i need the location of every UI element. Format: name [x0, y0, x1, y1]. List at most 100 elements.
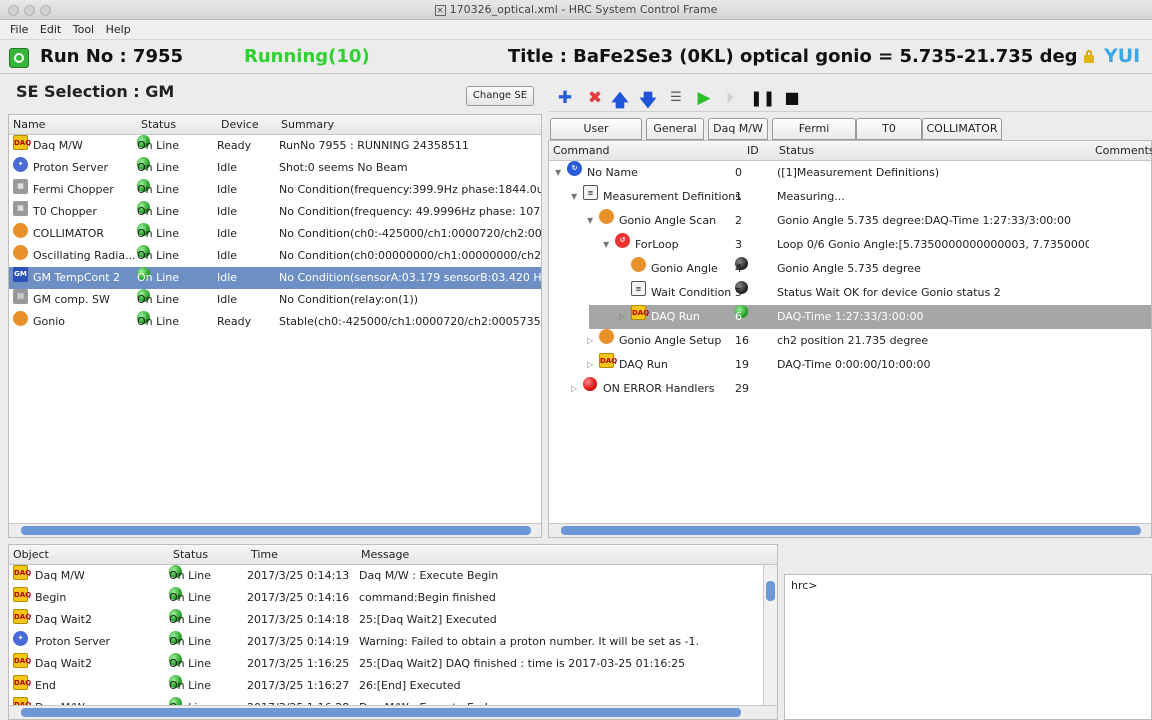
se-row-summary: No Condition(relay:on(1)) — [279, 293, 419, 306]
se-row-status: On Line — [137, 315, 180, 328]
col-comments[interactable]: Comments — [1091, 141, 1152, 161]
tab-general[interactable]: General — [646, 118, 704, 140]
menubar: File Edit Tool Help — [0, 20, 1152, 40]
log-hscroll-thumb[interactable] — [21, 708, 741, 717]
col-command[interactable]: Command — [549, 141, 610, 161]
command-row[interactable]: ▼ ≡ Measurement Definitions 1 Measuring... — [549, 185, 1151, 209]
command-hscroll-thumb[interactable] — [561, 526, 1141, 535]
pause-icon[interactable]: ❚❚ — [750, 89, 775, 107]
command-row[interactable]: ▼ Gonio Angle Scan 2 Gonio Angle 5.735 degr… — [549, 209, 1151, 233]
stop-icon[interactable]: ■ — [782, 88, 802, 107]
tree-toggle-icon[interactable]: ▷ — [587, 329, 593, 353]
command-row[interactable]: ▷ ON ERROR Handlers 29 — [549, 377, 1151, 401]
tree-toggle-icon[interactable]: ▷ — [619, 305, 625, 329]
log-vscroll-thumb[interactable] — [766, 581, 775, 601]
se-row[interactable]: ✦ Proton Server On Line Idle Shot:0 seems No… — [9, 157, 541, 179]
se-row[interactable]: Oscillating Radia... On Line Idle No Condit… — [9, 245, 541, 267]
log-vscroll[interactable] — [763, 565, 777, 705]
menu-edit[interactable]: Edit — [40, 20, 61, 40]
command-id: 4 — [735, 262, 742, 275]
log-row[interactable]: DAQ Begin On Line 2017/3/25 0:14:16 command:… — [9, 587, 761, 609]
properties-icon[interactable]: ☰ — [666, 90, 686, 105]
move-down-icon[interactable]: 🡇 — [638, 88, 658, 117]
menu-tool[interactable]: Tool — [73, 20, 94, 40]
run-icon[interactable]: ▶ — [694, 88, 714, 108]
log-row[interactable]: ✦ Proton Server On Line 2017/3/25 0:14:19 Wa… — [9, 631, 761, 653]
log-message: 25:[Daq Wait2] Executed — [359, 613, 497, 626]
col-status[interactable]: Status — [137, 115, 176, 135]
se-row-status: On Line — [137, 139, 180, 152]
se-hscroll[interactable] — [9, 523, 541, 537]
zoom-window-icon[interactable] — [40, 5, 51, 16]
delete-command-icon[interactable]: ✖ — [585, 88, 605, 108]
se-row[interactable]: Gonio On Line Ready Stable(ch0:-425000/ch1:… — [9, 311, 541, 333]
add-command-icon[interactable]: ✚ — [555, 88, 575, 108]
log-row[interactable]: DAQ Daq M/W On Line 2017/3/25 0:14:13 Daq M/… — [9, 565, 761, 587]
step-icon[interactable]: ⏵ — [720, 90, 740, 106]
command-id: 3 — [735, 238, 742, 251]
console-area[interactable]: hrc> — [784, 574, 1152, 720]
tree-toggle-icon[interactable]: ▼ — [555, 161, 561, 185]
command-name: DAQ Run — [619, 358, 668, 371]
command-status: Loop 0/6 Gonio Angle:[5.7350000000000003… — [777, 238, 1089, 251]
se-row[interactable]: DAQ Daq M/W On Line Ready RunNo 7955 : RUNNI… — [9, 135, 541, 157]
col-object[interactable]: Object — [9, 545, 49, 565]
menu-help[interactable]: Help — [106, 20, 131, 40]
tab-collimator[interactable]: COLLIMATOR — [922, 118, 1002, 140]
command-row[interactable]: Gonio Angle 4 Gonio Angle 5.735 degree — [549, 257, 1151, 281]
command-id: 0 — [735, 166, 742, 179]
se-row-status: On Line — [137, 293, 180, 306]
col-time[interactable]: Time — [247, 545, 278, 565]
tree-toggle-icon[interactable]: ▷ — [571, 377, 577, 401]
log-row[interactable]: DAQ Daq Wait2 On Line 2017/3/25 1:16:25 25:[… — [9, 653, 761, 675]
command-row[interactable]: ▷ DAQ DAQ Run 6 DAQ-Time 1:27:33/3:00:00 — [589, 305, 1151, 329]
log-hscroll[interactable] — [9, 705, 777, 719]
close-window-icon[interactable] — [8, 5, 19, 16]
orange-icon — [631, 257, 646, 272]
command-row[interactable]: ▷ DAQ DAQ Run 19 DAQ-Time 0:00:00/10:00:00 — [549, 353, 1151, 377]
move-up-icon[interactable]: 🡅 — [610, 88, 630, 117]
se-row[interactable]: ▦ T0 Chopper On Line Idle No Condition(frequ… — [9, 201, 541, 223]
command-row[interactable]: ▼ ↺ ForLoop 3 Loop 0/6 Gonio Angle:[5.735000… — [549, 233, 1151, 257]
se-row[interactable]: GM GM TempCont 2 On Line Idle No Condition(s… — [9, 267, 541, 289]
se-row-name: COLLIMATOR — [33, 227, 105, 240]
change-se-button[interactable]: Change SE — [466, 86, 534, 106]
se-hscroll-thumb[interactable] — [21, 526, 531, 535]
log-row[interactable]: DAQ Daq Wait2 On Line 2017/3/25 0:14:18 25:[… — [9, 609, 761, 631]
command-hscroll[interactable] — [549, 523, 1151, 537]
tab-daq-mw[interactable]: Daq M/W — [708, 118, 768, 140]
window-title: 170326_optical.xml - HRC System Control … — [449, 3, 718, 16]
tree-toggle-icon[interactable]: ▼ — [587, 209, 593, 233]
se-row-summary: No Condition(ch0:-425000/ch1:0000720/ch2… — [279, 227, 541, 240]
tree-toggle-icon[interactable]: ▷ — [587, 353, 593, 377]
minimize-window-icon[interactable] — [24, 5, 35, 16]
log-time: 2017/3/25 0:14:18 — [247, 613, 350, 626]
se-row[interactable]: COLLIMATOR On Line Idle No Condition(ch0:-4… — [9, 223, 541, 245]
tab-user-commands[interactable]: User Commands — [550, 118, 642, 155]
se-row-device: Ready — [217, 315, 252, 328]
tree-toggle-icon[interactable]: ▼ — [571, 185, 577, 209]
proton-icon: ✦ — [13, 631, 28, 646]
command-row[interactable]: ▷ Gonio Angle Setup 16 ch2 position 21.735 … — [549, 329, 1151, 353]
log-row[interactable]: DAQ End On Line 2017/3/25 1:16:27 26:[End] E… — [9, 675, 761, 697]
command-row[interactable]: ▼ ↻ No Name 0 ([1]Measurement Definitions) — [549, 161, 1151, 185]
col-message[interactable]: Message — [357, 545, 409, 565]
se-row[interactable]: ▤ GM comp. SW On Line Idle No Condition(rela… — [9, 289, 541, 311]
list-icon: ≡ — [631, 281, 646, 296]
col-name[interactable]: Name — [9, 115, 45, 135]
command-row[interactable]: ≡ Wait Condition 5 Status Wait OK for devic… — [549, 281, 1151, 305]
se-row[interactable]: ▦ Fermi Chopper On Line Idle No Condition(fr… — [9, 179, 541, 201]
menu-file[interactable]: File — [10, 20, 28, 40]
col-summary[interactable]: Summary — [277, 115, 334, 135]
tab-t0-chopper[interactable]: T0 Chopper — [856, 118, 922, 155]
command-status: ([1]Measurement Definitions) — [777, 166, 940, 179]
col-log-status[interactable]: Status — [169, 545, 208, 565]
col-id[interactable]: ID — [743, 141, 759, 161]
daq-icon: DAQ — [13, 653, 31, 668]
tab-fermi-chopper[interactable]: Fermi Chopper — [772, 118, 856, 155]
col-cmd-status[interactable]: Status — [775, 141, 814, 161]
se-row-device: Idle — [217, 271, 238, 284]
tree-toggle-icon[interactable]: ▼ — [603, 233, 609, 257]
lock-icon[interactable] — [1084, 50, 1094, 63]
col-device[interactable]: Device — [217, 115, 259, 135]
